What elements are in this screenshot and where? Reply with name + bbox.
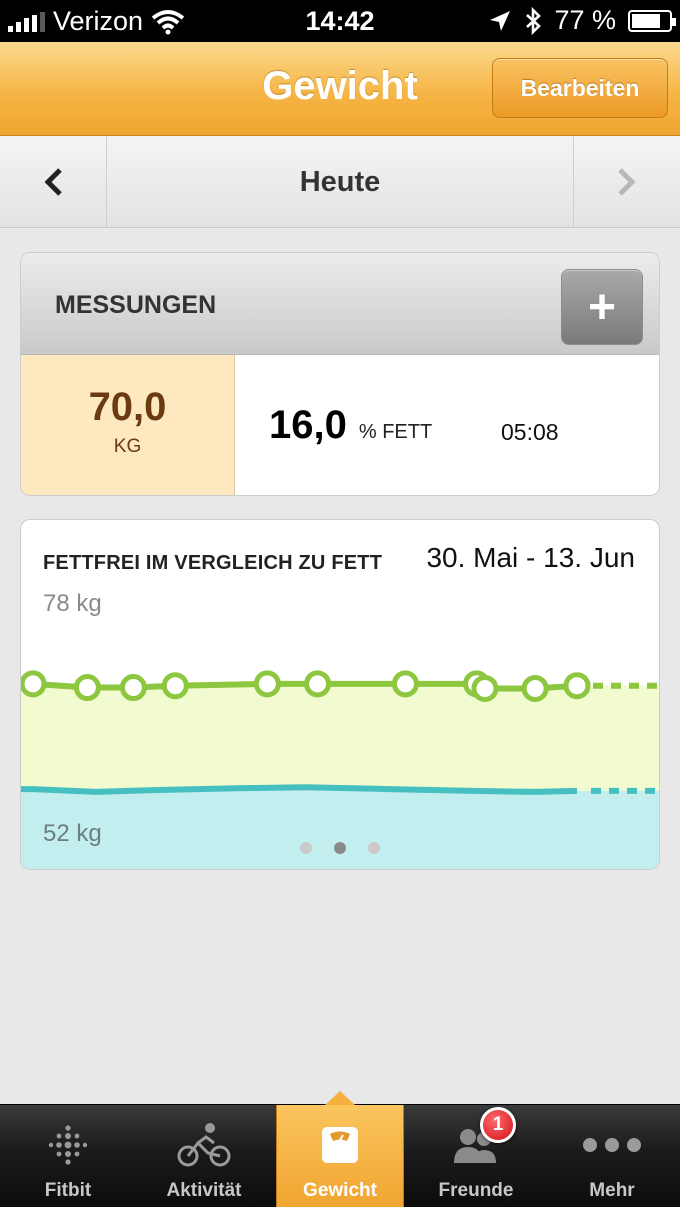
location-arrow-icon [490,10,511,31]
weight-unit: KG [113,436,142,457]
lean-data-point[interactable] [471,674,499,702]
tab-label: Fitbit [44,1180,92,1201]
lean-data-point[interactable] [521,674,549,702]
measurement-time: 05:08 [501,419,559,445]
tab-label: Mehr [589,1180,635,1201]
page-indicator[interactable] [21,842,659,854]
fat-unit: % FETT [358,421,433,443]
measurements-title: MESSUNGEN [55,291,217,319]
lean-data-point[interactable] [119,674,147,702]
fat-area [21,787,659,869]
fat-reading: 16,0 % FETT [269,403,432,448]
tab-bar: Fitbit Aktivität Gewicht 1 Freunde Mehr [0,1091,680,1207]
chart-title: FETTFREI IM VERGLEICH ZU FETT [43,552,383,574]
weight-box: 70,0 KG [21,355,235,495]
tab-fitbit[interactable]: Fitbit [0,1105,136,1207]
tab-mehr[interactable]: Mehr [544,1105,680,1207]
fitbit-logo-icon [0,1119,136,1171]
weight-value: 70,0 [88,385,167,429]
tab-label: Freunde [438,1180,514,1201]
edit-button[interactable]: Bearbeiten [492,58,668,118]
lean-data-point[interactable] [161,672,189,700]
date-navigation: Heute [0,136,680,228]
add-measurement-button[interactable]: + [561,269,643,345]
chart-date-range: 30. Mai - 13. Jun [426,542,635,573]
fat-value: 16,0 [269,403,347,447]
friends-icon [408,1119,544,1171]
status-right: 77 % [488,5,676,36]
page-dot [368,842,380,854]
bluetooth-icon [526,6,542,35]
measurements-header: MESSUNGEN + [21,253,659,355]
measurement-row[interactable]: 70,0 KG 16,0 % FETT 05:08 [21,355,659,495]
lean-data-point[interactable] [391,670,419,698]
battery-icon [628,9,676,32]
scale-icon [277,1119,403,1171]
navigation-bar: Gewicht Bearbeiten [0,42,680,136]
lean-area [21,683,659,792]
previous-day-button[interactable] [0,136,107,228]
chevron-left-icon [44,168,62,196]
page-dot [300,842,312,854]
tab-freunde[interactable]: 1 Freunde [408,1105,544,1207]
lean-vs-fat-chart-card[interactable]: FETTFREI IM VERGLEICH ZU FETT 30. Mai - … [20,519,660,870]
lean-data-point[interactable] [21,670,47,698]
tab-gewicht[interactable]: Gewicht [276,1091,404,1207]
measurements-card: MESSUNGEN + 70,0 KG 16,0 % FETT 05:08 [20,252,660,496]
current-date-label: Heute [299,165,381,198]
more-icon [544,1119,680,1171]
notification-badge: 1 [480,1107,516,1143]
lean-data-point[interactable] [563,672,591,700]
lean-data-point[interactable] [253,670,281,698]
lean-data-point[interactable] [304,670,332,698]
chevron-right-icon [618,168,636,196]
next-day-button[interactable] [573,136,680,228]
tab-label: Gewicht [303,1180,377,1201]
tab-label: Aktivität [166,1180,242,1201]
page-dot [334,842,346,854]
status-bar: Verizon 14:42 77 % [0,0,680,42]
bicycle-icon [136,1119,272,1171]
tab-aktivitaet[interactable]: Aktivität [136,1105,272,1207]
battery-percent: 77 % [554,5,616,35]
lean-data-point[interactable] [73,674,101,702]
chart-y-max-label: 78 kg [43,590,102,617]
